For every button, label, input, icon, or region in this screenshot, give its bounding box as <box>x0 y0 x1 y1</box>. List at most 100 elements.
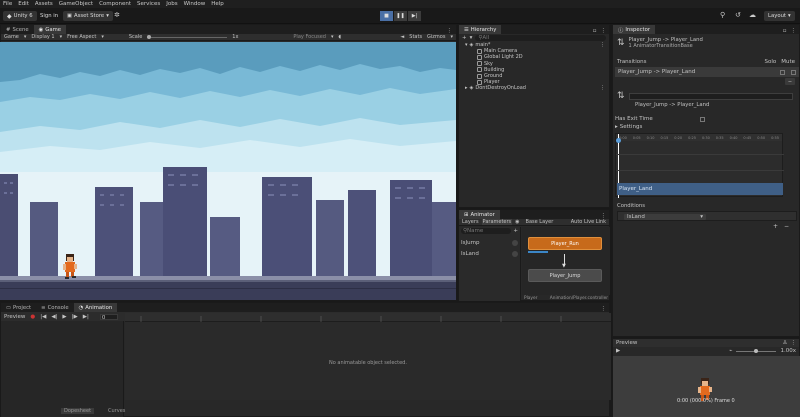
transition-list-item[interactable]: Player_Jump -> Player_Land <box>615 67 799 77</box>
cloud-icon[interactable]: ☁ <box>749 11 756 19</box>
remove-condition-button[interactable]: − <box>784 223 789 230</box>
add-condition-button[interactable]: + <box>773 223 778 230</box>
tab-animator[interactable]: ⊞ Animator <box>459 210 500 219</box>
next-frame-icon[interactable]: |▶ <box>72 314 78 320</box>
more-options-icon[interactable]: ⋮ <box>600 85 605 91</box>
curves-tab[interactable]: Curves <box>108 408 125 414</box>
tab-scene[interactable]: # Scene <box>1 25 34 34</box>
lock-icon[interactable]: ▫ <box>593 28 597 34</box>
preview-viewport[interactable]: 0:00 (000.0%) Frame 0 <box>613 356 800 417</box>
play-focused-dropdown[interactable]: Play Focused <box>293 34 326 40</box>
add-icon[interactable]: + <box>462 35 467 41</box>
speed-slider-thumb[interactable] <box>754 348 759 353</box>
frame-input[interactable]: 0 <box>99 313 118 321</box>
solo-checkbox[interactable] <box>780 69 785 75</box>
record-icon[interactable]: ● <box>30 314 35 320</box>
playhead-handle[interactable] <box>616 138 621 143</box>
menu-file[interactable]: File <box>3 1 12 7</box>
animator-icon: ⊞ <box>464 211 469 218</box>
preview-toggle[interactable]: Preview <box>4 314 25 320</box>
stats-button[interactable]: Stats <box>409 34 422 40</box>
prev-frame-icon[interactable]: ◀| <box>51 314 57 320</box>
trigger-button[interactable] <box>512 239 518 246</box>
person-icon[interactable]: ♙ <box>783 340 788 346</box>
play-icon[interactable]: ▶ <box>616 348 620 354</box>
tree-item-dontdestroy[interactable]: ▸ ◈ DontDestroyOnLoad ⋮ <box>465 85 609 91</box>
scale-slider[interactable] <box>147 34 228 39</box>
state-player-run[interactable]: Player_Run <box>528 237 602 250</box>
parameter-row-isjump[interactable]: IsJump <box>459 237 520 248</box>
last-frame-icon[interactable]: ▶| <box>83 314 89 320</box>
play-button[interactable]: ■ <box>380 11 393 21</box>
tab-animation[interactable]: ◔ Animation <box>73 303 118 312</box>
sign-in-button[interactable]: Sign in <box>36 11 62 21</box>
more-options-icon[interactable]: ⋮ <box>601 28 607 34</box>
mute-checkbox[interactable] <box>791 69 796 75</box>
history-icon[interactable]: ↺ <box>735 11 741 19</box>
menu-services[interactable]: Services <box>137 1 160 7</box>
more-options-icon[interactable]: ⋮ <box>791 340 797 346</box>
auto-live-link-button[interactable]: Auto Live Link <box>571 219 606 225</box>
remove-transition-button[interactable]: − <box>785 78 795 85</box>
transition-name-input[interactable] <box>628 92 793 100</box>
tab-layers[interactable]: Layers <box>462 219 479 225</box>
tab-parameters[interactable]: Parameters <box>481 219 513 225</box>
tab-inspector[interactable]: ⓘ Inspector <box>613 25 656 34</box>
menu-edit[interactable]: Edit <box>18 1 29 7</box>
preview-header: Preview ♙ ⋮ <box>613 339 799 347</box>
speaker-icon[interactable]: ◄ <box>400 34 404 40</box>
play-icon[interactable]: ▶ <box>62 314 66 320</box>
animation-ruler[interactable] <box>125 313 611 322</box>
asset-store-button[interactable]: ▣ Asset Store ▾ <box>63 11 113 21</box>
menu-component[interactable]: Component <box>99 1 131 7</box>
menu-help[interactable]: Help <box>211 1 224 7</box>
dopesheet-area[interactable]: No animatable object selected. <box>125 322 611 400</box>
mute-audio-icon[interactable]: ◖ <box>338 34 341 40</box>
layout-dropdown[interactable]: Layout ▾ <box>764 11 795 21</box>
eye-icon[interactable]: ◉ <box>515 219 519 225</box>
more-options-icon[interactable]: ⋮ <box>601 306 607 312</box>
more-options-icon[interactable]: ⋮ <box>600 42 605 48</box>
tab-project[interactable]: ▭ Project <box>1 303 36 312</box>
menu-gameobject[interactable]: GameObject <box>59 1 93 7</box>
state-player-jump[interactable]: Player_Jump <box>528 269 602 282</box>
account-button[interactable]: ◆ Unity 6 <box>3 11 37 21</box>
animator-graph[interactable]: Player_Run ▼ Player_Jump <box>522 227 610 295</box>
chevron-down-icon: ▾ <box>23 34 27 40</box>
speed-slider[interactable] <box>736 348 777 353</box>
add-icon[interactable]: + <box>513 228 518 234</box>
has-exit-time-checkbox[interactable] <box>700 116 705 122</box>
parameter-search-input[interactable]: ⚲ Name <box>461 228 512 234</box>
first-frame-icon[interactable]: |◀ <box>40 314 46 320</box>
transitions-header: Transitions Solo Mute <box>617 59 795 65</box>
lock-icon[interactable]: ▫ <box>783 28 787 34</box>
tab-hierarchy[interactable]: ☰ Hierarchy <box>459 25 502 34</box>
tab-game[interactable]: ◉ Game <box>33 25 67 34</box>
aspect-dropdown[interactable]: Free Aspect <box>67 34 96 40</box>
pause-button[interactable]: ❚❚ <box>394 11 407 21</box>
trigger-button[interactable] <box>512 250 518 257</box>
gizmos-button[interactable]: Gizmos <box>427 34 445 40</box>
condition-param-dropdown[interactable]: IsLand ▾ <box>624 214 706 220</box>
hierarchy-search-input[interactable]: ⚲ All <box>475 35 606 41</box>
display-dropdown[interactable]: Display 1 <box>31 34 54 40</box>
menu-window[interactable]: Window <box>184 1 206 7</box>
game-scene-art <box>0 42 456 300</box>
dopesheet-tab[interactable]: Dopesheet <box>61 408 95 414</box>
animator-toolbar: Layers Parameters ◉ Base Layer Auto Live… <box>459 219 609 226</box>
parameter-row-island[interactable]: IsLand <box>459 248 520 259</box>
game-mode-dropdown[interactable]: Game <box>4 34 19 40</box>
base-layer-breadcrumb[interactable]: Base Layer <box>526 219 554 225</box>
land-clip-bar[interactable]: Player_Land <box>617 183 783 195</box>
menu-jobs[interactable]: Jobs <box>166 1 177 7</box>
more-options-icon[interactable]: ⋮ <box>791 28 797 34</box>
menu-assets[interactable]: Assets <box>35 1 53 7</box>
tab-console[interactable]: ≡ Console <box>36 303 73 312</box>
gameobject-icon <box>477 79 482 85</box>
game-viewport[interactable] <box>0 42 456 300</box>
settings-foldout[interactable]: ▸ Settings <box>613 123 644 131</box>
search-icon[interactable]: ⚲ <box>720 11 725 19</box>
scale-slider-thumb[interactable] <box>147 34 152 39</box>
settings-icon[interactable]: ✲ <box>114 11 120 19</box>
step-button[interactable]: ▶| <box>408 11 421 21</box>
